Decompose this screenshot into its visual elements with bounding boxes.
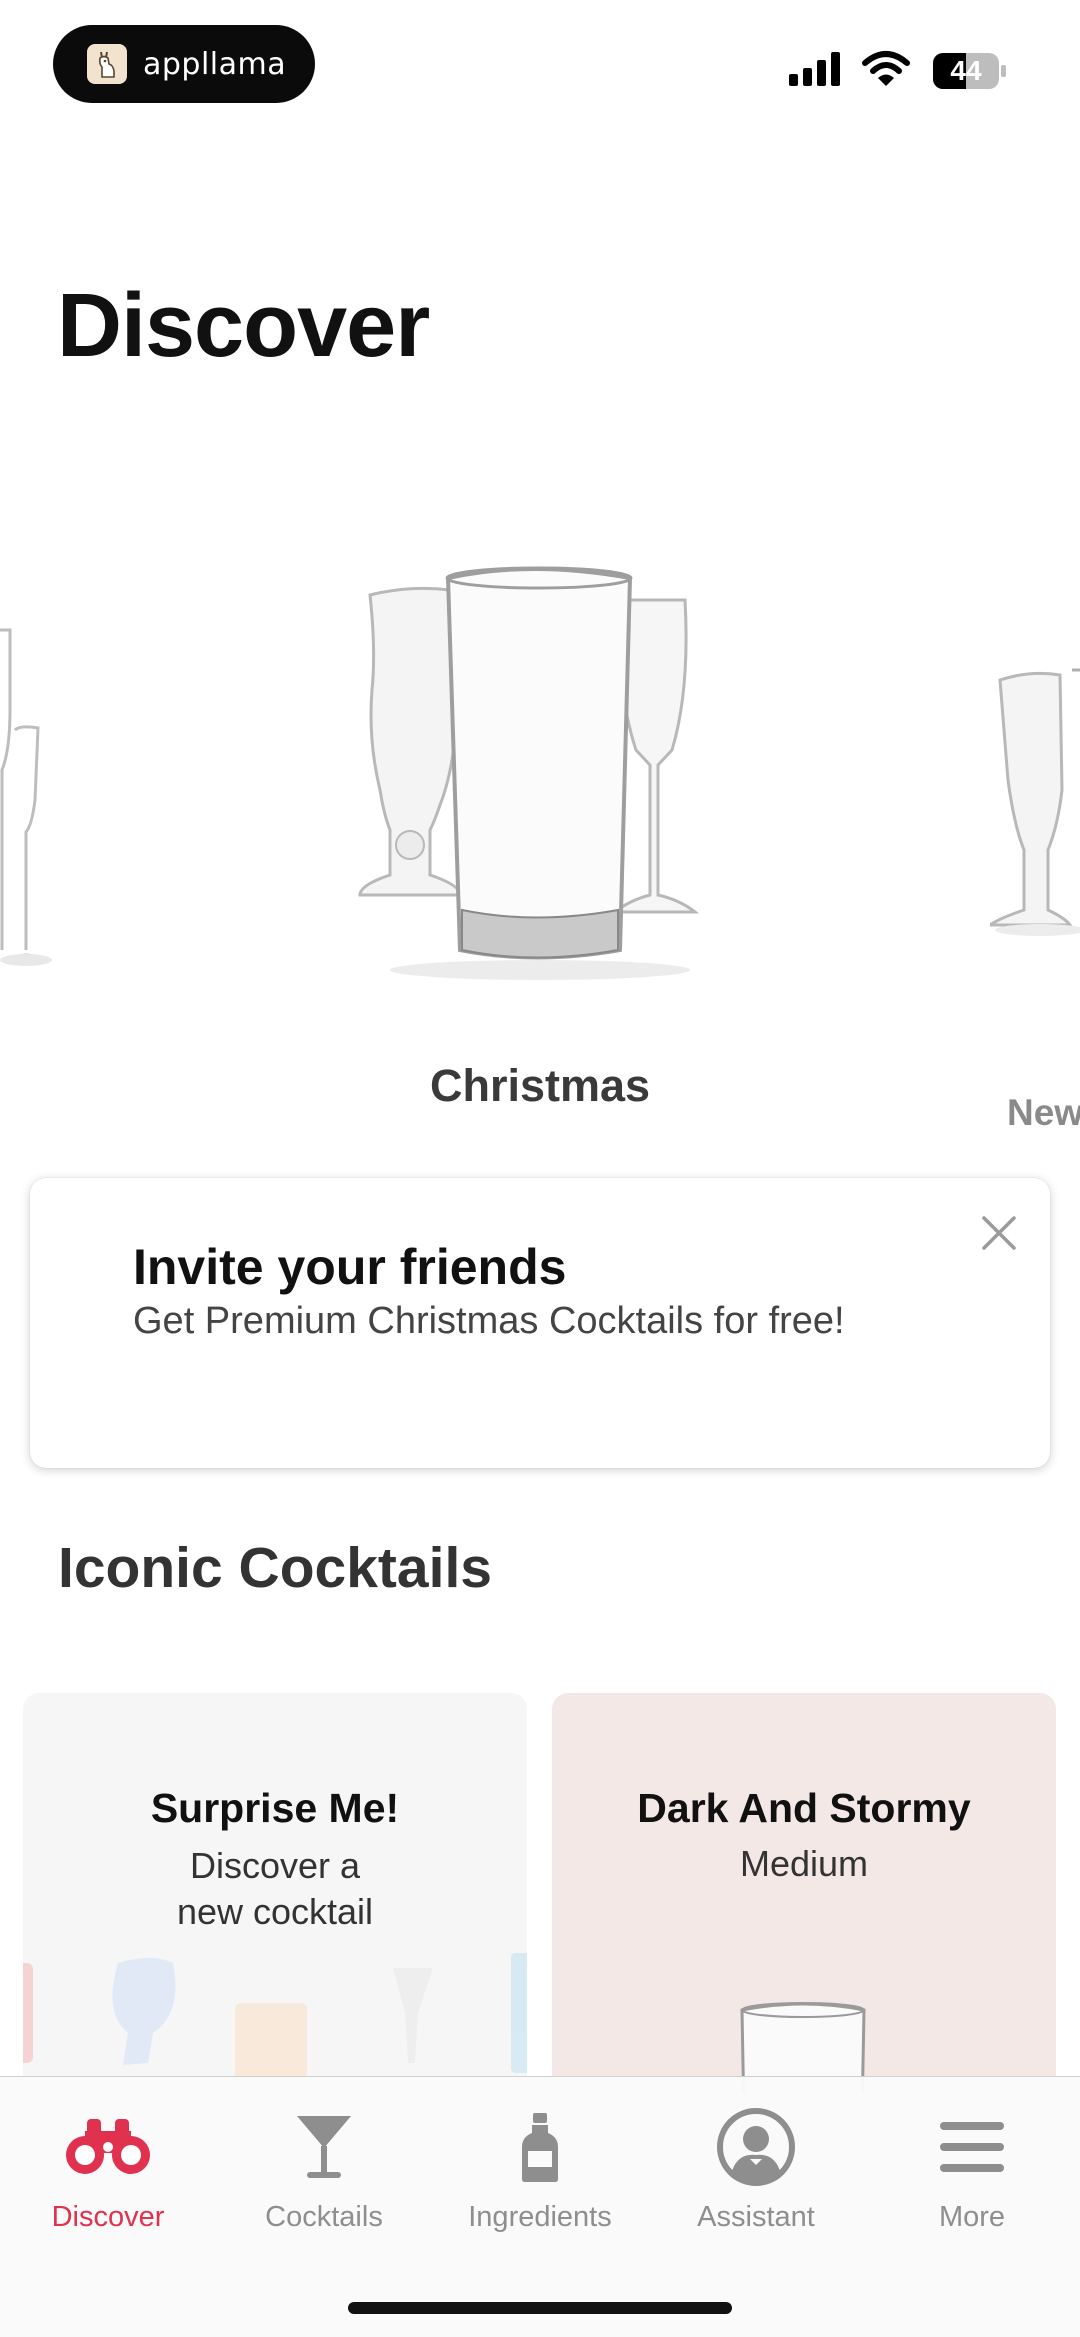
page-title: Discover <box>57 276 430 376</box>
invite-subtitle: Get Premium Christmas Cocktails for free… <box>133 1300 845 1342</box>
tab-bar: Discover Cocktails Ingredients Assistant… <box>0 2076 1080 2337</box>
card-title: Dark And Stormy <box>637 1785 971 1831</box>
binoculars-icon <box>0 2107 216 2187</box>
tab-label: Ingredients <box>468 2201 612 2233</box>
home-indicator[interactable] <box>348 2302 732 2314</box>
invite-friends-banner[interactable]: Invite your friends Get Premium Christma… <box>30 1178 1050 1468</box>
discover-screen: appllama 44 Discover Christmas New Invit… <box>0 0 1080 2337</box>
cocktail-glass-icon <box>216 2107 432 2187</box>
tab-discover[interactable]: Discover <box>0 2107 216 2247</box>
carousel-item-label: New <box>1007 1092 1080 1133</box>
menu-icon <box>864 2107 1080 2187</box>
recording-indicator-pill: appllama <box>53 25 315 103</box>
llama-logo-icon <box>87 44 127 84</box>
carousel-item-christmas[interactable]: Christmas <box>350 540 730 1111</box>
carousel-item-label: Christmas <box>429 1060 651 1111</box>
battery-icon: 44 <box>932 52 1008 90</box>
carousel-item-previous[interactable] <box>0 620 90 980</box>
card-subtitle: Discover a new cocktail <box>176 1845 374 1932</box>
surprise-me-card[interactable]: Surprise Me! Discover a new cocktail <box>23 1693 527 2093</box>
assorted-cocktails-image <box>23 1953 527 2083</box>
tab-label: More <box>938 2201 1006 2233</box>
category-carousel[interactable]: Christmas New <box>0 540 1080 1133</box>
bottle-icon <box>432 2107 648 2187</box>
cellular-signal-icon <box>789 52 840 86</box>
section-title-iconic-cocktails: Iconic Cocktails <box>58 1536 492 1600</box>
invite-title: Invite your friends <box>133 1239 567 1295</box>
tab-label: Assistant <box>697 2201 815 2233</box>
carousel-item-new[interactable]: New <box>985 610 1080 1133</box>
status-bar: appllama 44 <box>0 0 1080 120</box>
app-name: appllama <box>143 46 287 82</box>
tab-label: Discover <box>51 2201 165 2233</box>
glassware-image <box>358 566 700 980</box>
tab-label: Cocktails <box>265 2201 383 2233</box>
wifi-icon <box>862 50 910 93</box>
battery-level: 44 <box>950 55 982 86</box>
assistant-avatar-icon <box>648 2107 864 2187</box>
cocktail-card-dark-and-stormy[interactable]: Dark And Stormy Medium <box>552 1693 1056 2093</box>
card-title: Surprise Me! <box>150 1785 400 1831</box>
tab-assistant[interactable]: Assistant <box>648 2107 864 2247</box>
close-icon[interactable] <box>974 1208 1024 1258</box>
card-difficulty: Medium <box>739 1843 869 1884</box>
tab-ingredients[interactable]: Ingredients <box>432 2107 648 2247</box>
tab-more[interactable]: More <box>864 2107 1080 2247</box>
tab-cocktails[interactable]: Cocktails <box>216 2107 432 2247</box>
